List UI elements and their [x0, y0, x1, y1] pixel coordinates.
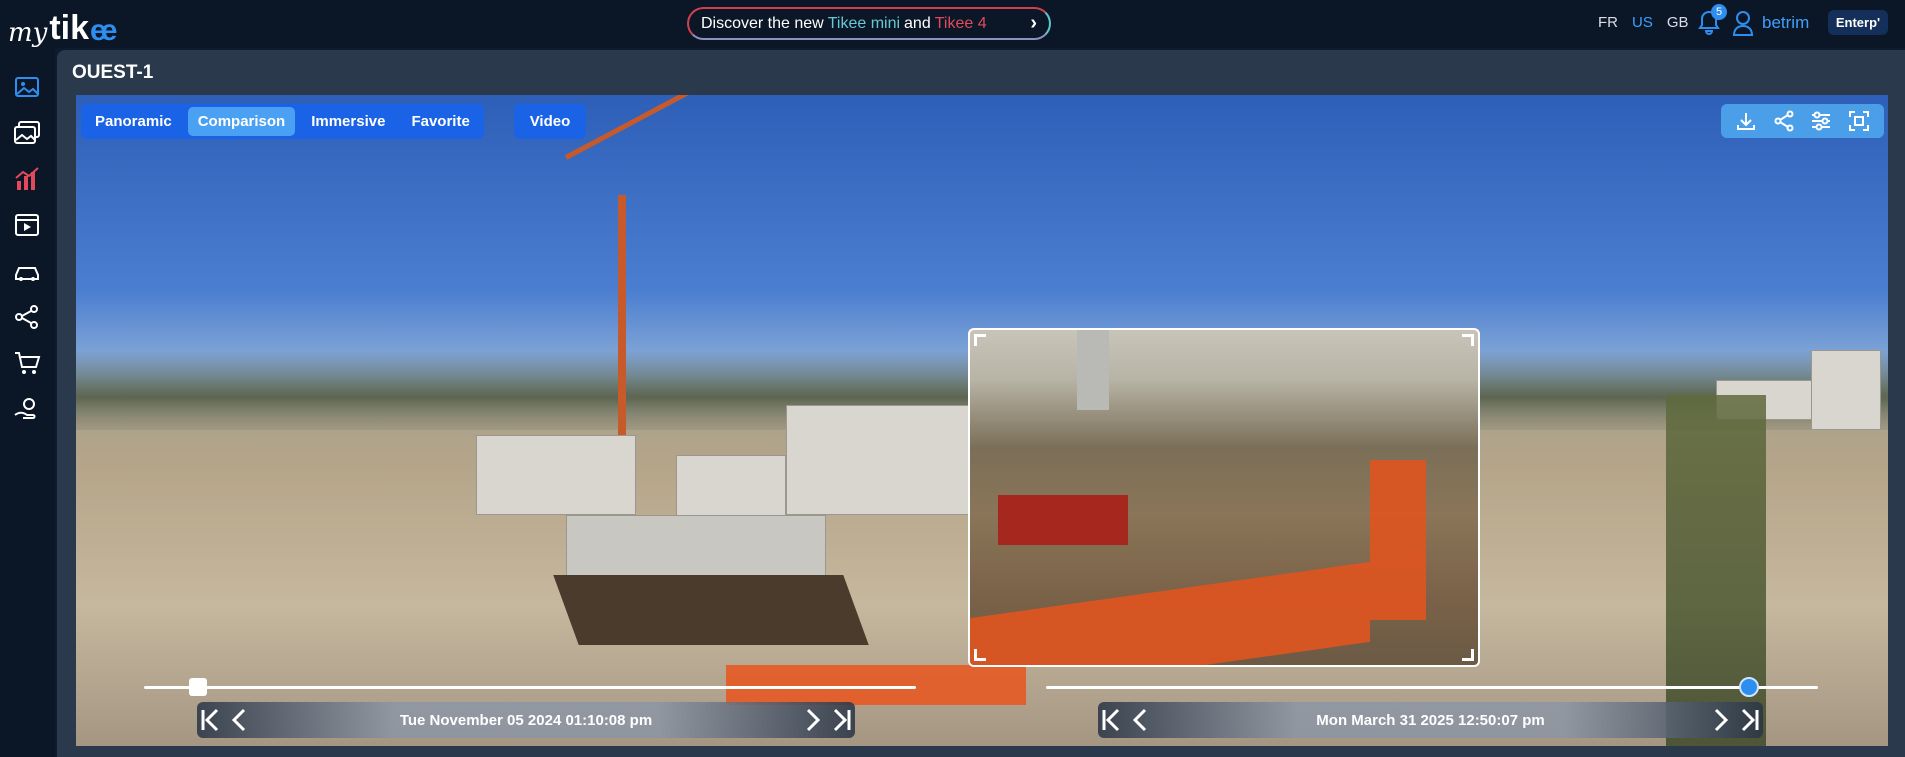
chevron-left-icon	[231, 708, 246, 732]
sidebar-item-videos[interactable]	[12, 210, 42, 240]
date-label-left: Tue November 05 2024 01:10:08 pm	[399, 711, 653, 729]
support-icon	[14, 398, 36, 419]
first-image-button[interactable]	[1098, 705, 1126, 735]
top-bar: my tik ee Discover the new Tikee mini an…	[0, 0, 1905, 48]
date-navigator-left: Tue November 05 2024 01:10:08 pm	[197, 702, 855, 738]
last-image-button[interactable]	[1735, 705, 1763, 735]
mytikee-logo[interactable]: my tik ee	[8, 4, 118, 48]
building	[476, 435, 636, 515]
tab-panoramic[interactable]: Panoramic	[85, 107, 182, 136]
promo-banner[interactable]: Discover the new Tikee mini and Tikee 4 …	[687, 7, 1051, 40]
chart-icon	[15, 167, 39, 190]
previous-image-button[interactable]	[1126, 705, 1154, 735]
sidebar-item-gallery[interactable]	[12, 118, 42, 148]
next-image-button[interactable]	[1707, 705, 1735, 735]
timeline-handle-left[interactable]	[189, 678, 208, 696]
download-button[interactable]	[1733, 108, 1759, 134]
fullscreen-icon	[1849, 111, 1870, 131]
notifications-button[interactable]: 5	[1697, 4, 1727, 38]
resize-handle-tl[interactable]	[974, 334, 986, 346]
resize-handle-tr[interactable]	[1462, 334, 1474, 346]
promo-joiner: and	[904, 14, 931, 32]
plan-badge[interactable]: Enterp'	[1828, 10, 1888, 35]
sidebar-item-vehicles[interactable]	[12, 256, 42, 286]
skip-last-icon	[1741, 708, 1759, 732]
building	[1811, 350, 1881, 430]
sidebar-item-shop[interactable]	[12, 348, 42, 378]
skip-first-icon	[201, 708, 219, 732]
promo-prefix: Discover the new	[701, 14, 824, 32]
chevron-right-icon	[806, 708, 821, 732]
sidebar	[0, 48, 55, 757]
settings-sliders-icon	[1812, 111, 1831, 131]
timeline-slider-left[interactable]	[144, 686, 916, 689]
sidebar-item-analytics[interactable]	[12, 164, 42, 194]
lang-us[interactable]: US	[1632, 14, 1653, 31]
tab-immersive[interactable]: Immersive	[301, 107, 395, 136]
page-title: OUEST-1	[72, 62, 154, 83]
cars-icon	[15, 267, 39, 281]
share-button[interactable]	[1771, 108, 1797, 134]
silo	[1077, 330, 1109, 410]
notification-count-badge: 5	[1711, 4, 1727, 20]
gallery-icon	[14, 121, 40, 144]
video-icon	[15, 214, 39, 236]
video-button[interactable]: Video	[514, 104, 586, 139]
username: betrim	[1762, 13, 1810, 32]
sidebar-item-images[interactable]	[12, 72, 42, 102]
rebar-stack	[553, 575, 869, 645]
tab-favorite[interactable]: Favorite	[401, 107, 479, 136]
lang-fr[interactable]: FR	[1598, 14, 1618, 31]
resize-handle-bl[interactable]	[974, 649, 986, 661]
fullscreen-button[interactable]	[1846, 108, 1872, 134]
red-formwork	[998, 495, 1128, 545]
promo-product-t4: Tikee 4	[934, 14, 987, 32]
chevron-right-icon	[1714, 708, 1729, 732]
share-icon	[1774, 110, 1794, 132]
share-icon	[15, 305, 38, 329]
sidebar-item-share[interactable]	[12, 302, 42, 332]
download-icon	[1736, 113, 1755, 130]
date-navigator-right: Mon March 31 2025 12:50:07 pm	[1098, 702, 1763, 738]
sidebar-item-support[interactable]	[12, 394, 42, 424]
view-mode-tabs: Panoramic Comparison Immersive Favorite	[81, 104, 484, 139]
language-switcher: FR US GB	[1598, 14, 1689, 31]
chevron-left-icon	[1132, 708, 1147, 732]
chevron-right-icon: ›	[1030, 12, 1037, 34]
safety-fence	[970, 561, 1370, 665]
settings-button[interactable]	[1808, 108, 1834, 134]
user-icon	[1732, 11, 1754, 36]
cart-icon	[15, 352, 41, 374]
date-label-right: Mon March 31 2025 12:50:07 pm	[1316, 711, 1545, 729]
user-menu[interactable]: betrim	[1732, 10, 1809, 36]
logo-my: my	[8, 18, 48, 48]
next-image-button[interactable]	[799, 705, 827, 735]
image-tools	[1721, 104, 1884, 138]
timeline-handle-right[interactable]	[1738, 677, 1759, 697]
crane-jib	[564, 95, 771, 160]
safety-fence	[726, 665, 1026, 705]
tab-comparison[interactable]: Comparison	[187, 107, 296, 136]
logo-infinity-icon: ee	[90, 14, 117, 47]
building	[786, 405, 976, 515]
first-image-button[interactable]	[197, 705, 225, 735]
image-icon	[15, 77, 39, 97]
safety-fence	[1370, 460, 1426, 620]
skip-first-icon	[1102, 708, 1120, 732]
comparison-window[interactable]	[968, 328, 1480, 667]
previous-image-button[interactable]	[225, 705, 253, 735]
last-image-button[interactable]	[827, 705, 855, 735]
resize-handle-br[interactable]	[1462, 649, 1474, 661]
timeline-slider-right[interactable]	[1046, 686, 1818, 689]
lang-gb[interactable]: GB	[1667, 14, 1689, 31]
skip-last-icon	[833, 708, 851, 732]
promo-product-mini: Tikee mini	[827, 14, 901, 32]
logo-tik: tik	[49, 9, 90, 47]
